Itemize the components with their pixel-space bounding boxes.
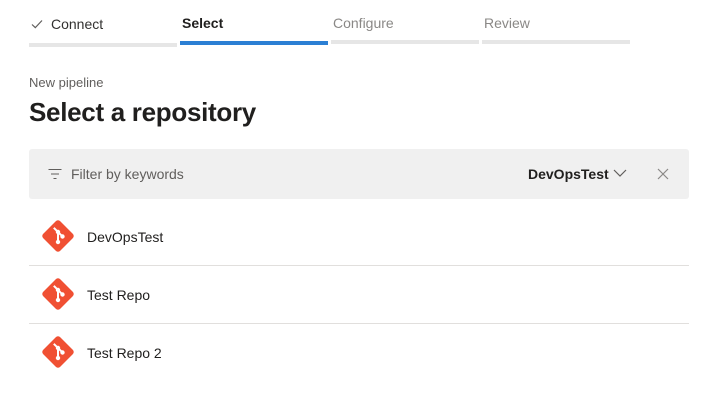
- step-review-label: Review: [484, 15, 530, 31]
- chevron-down-icon: [613, 169, 627, 177]
- step-select-label: Select: [182, 15, 224, 31]
- step-configure[interactable]: Configure: [331, 0, 479, 46]
- step-select-bar: [180, 41, 328, 45]
- list-item[interactable]: Test Repo: [29, 266, 689, 324]
- git-icon: [42, 220, 74, 252]
- close-icon[interactable]: [654, 165, 672, 183]
- repository-list: DevOpsTest Test Repo Test Repo 2: [29, 208, 689, 381]
- organization-dropdown[interactable]: DevOpsTest: [519, 161, 639, 187]
- page-title: Select a repository: [29, 97, 256, 127]
- step-connect-bar: [29, 43, 177, 47]
- list-item[interactable]: Test Repo 2: [29, 324, 689, 381]
- step-configure-label: Configure: [333, 15, 394, 31]
- repository-name: Test Repo: [87, 287, 151, 303]
- step-review-bar: [482, 40, 630, 44]
- step-select[interactable]: Select: [180, 0, 328, 46]
- checkmark-icon: [31, 20, 43, 29]
- filter-bar: DevOpsTest: [29, 149, 689, 199]
- filter-icon: [48, 168, 62, 180]
- git-icon: [42, 278, 74, 310]
- wizard-stepper: Connect Select Configure Review: [0, 0, 703, 48]
- organization-label: DevOpsTest: [528, 166, 609, 182]
- step-connect-label: Connect: [31, 16, 103, 32]
- filter-input[interactable]: [71, 163, 371, 185]
- git-icon: [42, 336, 74, 368]
- step-review[interactable]: Review: [482, 0, 630, 46]
- step-connect[interactable]: Connect: [29, 0, 177, 47]
- step-configure-bar: [331, 40, 479, 44]
- repository-name: Test Repo 2: [87, 345, 162, 361]
- page-subtitle: New pipeline: [29, 75, 104, 90]
- repository-name: DevOpsTest: [87, 229, 164, 245]
- step-connect-text: Connect: [51, 16, 104, 32]
- list-item[interactable]: DevOpsTest: [29, 208, 689, 266]
